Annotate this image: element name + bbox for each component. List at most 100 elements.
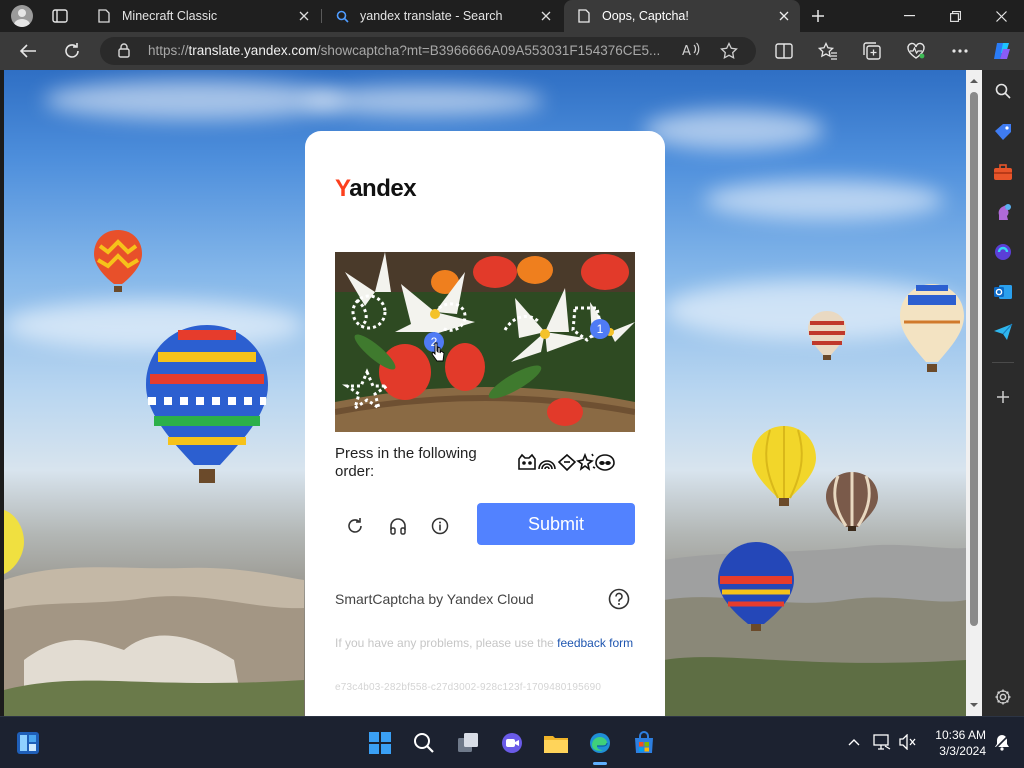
- split-screen-icon: [775, 43, 793, 59]
- cloud: [704, 180, 944, 220]
- tab-close-icon[interactable]: [296, 8, 312, 24]
- scrollbar-thumb[interactable]: [970, 92, 978, 626]
- widgets-button[interactable]: [14, 729, 42, 757]
- sidebar-shopping-button[interactable]: [991, 120, 1015, 144]
- lock-icon[interactable]: [118, 43, 130, 63]
- chess-icon: [998, 204, 1011, 220]
- page-scrollbar[interactable]: [966, 70, 982, 716]
- collections-button[interactable]: [860, 39, 884, 63]
- more-menu-button[interactable]: [948, 39, 972, 63]
- sidebar-settings-button[interactable]: [991, 685, 1015, 709]
- scroll-up-icon[interactable]: [969, 76, 979, 86]
- running-indicator: [593, 762, 607, 765]
- address-bar[interactable]: https://translate.yandex.com/showcaptcha…: [100, 37, 756, 65]
- avatar-icon: [11, 5, 33, 27]
- tab-yandex-translate-search[interactable]: yandex translate - Search: [322, 0, 562, 32]
- teams-button[interactable]: [498, 729, 526, 757]
- briefcase-icon: [994, 164, 1012, 180]
- sidebar-tools-button[interactable]: [991, 160, 1015, 184]
- clock-date: 3/3/2024: [939, 744, 986, 758]
- audio-captcha-button[interactable]: [385, 513, 411, 539]
- task-view-button[interactable]: [454, 729, 482, 757]
- start-button[interactable]: [366, 729, 394, 757]
- svg-text:A: A: [682, 44, 691, 58]
- hot-air-balloon: [718, 542, 794, 631]
- profile-avatar[interactable]: [9, 4, 35, 28]
- read-aloud-icon[interactable]: A: [682, 42, 700, 63]
- restore-icon: [949, 10, 961, 22]
- plus-icon: [812, 10, 824, 22]
- volume-muted-tray-icon[interactable]: [898, 732, 918, 752]
- sidebar-search-button[interactable]: [991, 79, 1015, 103]
- edge-icon: [590, 733, 610, 753]
- favorites-button[interactable]: [816, 39, 840, 63]
- tab-close-icon[interactable]: [776, 8, 792, 24]
- favorite-star-icon[interactable]: [720, 41, 738, 65]
- feedback-form-link[interactable]: feedback form: [557, 636, 633, 650]
- star-sparkle-icon: [576, 453, 596, 471]
- notifications-button[interactable]: [992, 732, 1012, 752]
- tab-bar: Minecraft Classic yandex translate - Sea…: [0, 0, 1024, 32]
- edge-sidebar: [982, 70, 1024, 716]
- rainbow-icon: [538, 460, 556, 470]
- address-url[interactable]: https://translate.yandex.com/showcaptcha…: [148, 43, 678, 58]
- display-tray-icon[interactable]: [872, 732, 892, 752]
- sidebar-add-button[interactable]: [991, 385, 1015, 409]
- ellipsis-icon: [952, 49, 968, 53]
- tag-icon: [995, 124, 1011, 140]
- reload-captcha-button[interactable]: [342, 513, 368, 539]
- tab-minecraft[interactable]: Minecraft Classic: [84, 0, 320, 32]
- copilot-button[interactable]: [990, 39, 1014, 63]
- submit-button[interactable]: Submit: [477, 503, 635, 545]
- copilot-icon: [995, 244, 1011, 260]
- sidebar-outlook-button[interactable]: [991, 280, 1015, 304]
- minimize-button[interactable]: [886, 0, 932, 32]
- close-button[interactable]: [978, 0, 1024, 32]
- tab-oops-captcha[interactable]: Oops, Captcha!: [564, 0, 800, 32]
- taskbar-search-button[interactable]: [410, 729, 438, 757]
- store-button[interactable]: [630, 729, 658, 757]
- page-icon: [96, 8, 112, 24]
- tab-actions-button[interactable]: [48, 7, 72, 25]
- refresh-button[interactable]: [60, 39, 84, 63]
- hot-air-balloon: [900, 284, 964, 372]
- heart-pulse-icon: [907, 42, 925, 59]
- diamond-sparkle-icon: [557, 453, 577, 471]
- scroll-down-icon[interactable]: [969, 700, 979, 710]
- tab-title: yandex translate - Search: [360, 9, 503, 23]
- file-explorer-button[interactable]: [542, 729, 570, 757]
- windows-taskbar: 10:36 AM 3/3/2024: [0, 716, 1024, 768]
- edge-taskbar-button[interactable]: [586, 729, 614, 765]
- info-button[interactable]: [427, 513, 453, 539]
- sidebar-games-button[interactable]: [991, 200, 1015, 224]
- help-icon[interactable]: [608, 588, 630, 610]
- search-icon: [414, 733, 434, 753]
- start-icon: [369, 732, 391, 754]
- url-host: translate.yandex.com: [188, 43, 317, 58]
- show-hidden-icons-button[interactable]: [844, 732, 864, 752]
- sidebar-copilot-button[interactable]: [991, 240, 1015, 264]
- taskbar-clock[interactable]: 10:36 AM 3/3/2024: [928, 727, 986, 759]
- collections-icon: [863, 42, 881, 60]
- cloud: [44, 80, 344, 120]
- cat-face-icon: [518, 453, 536, 470]
- tab-close-icon[interactable]: [538, 8, 554, 24]
- tab-title: Oops, Captcha!: [602, 9, 689, 23]
- captcha-image[interactable]: 2 1: [335, 252, 635, 432]
- url-path: /showcaptcha?mt=B3966666A09A553031F15437…: [316, 43, 661, 58]
- search-icon: [334, 8, 350, 24]
- hot-air-balloon: [752, 426, 816, 506]
- minimize-icon: [903, 15, 915, 17]
- split-screen-button[interactable]: [772, 39, 796, 63]
- teams-icon: [502, 733, 522, 753]
- restore-button[interactable]: [932, 0, 978, 32]
- back-button[interactable]: [16, 39, 40, 63]
- new-tab-button[interactable]: [808, 6, 828, 26]
- browser-essentials-button[interactable]: [904, 39, 928, 63]
- order-mark-1[interactable]: 1: [590, 319, 610, 339]
- outlook-icon: [994, 285, 1012, 299]
- refresh-icon: [65, 43, 79, 58]
- chevron-up-icon: [848, 739, 860, 746]
- page-icon: [576, 8, 592, 24]
- sidebar-drop-button[interactable]: [991, 320, 1015, 344]
